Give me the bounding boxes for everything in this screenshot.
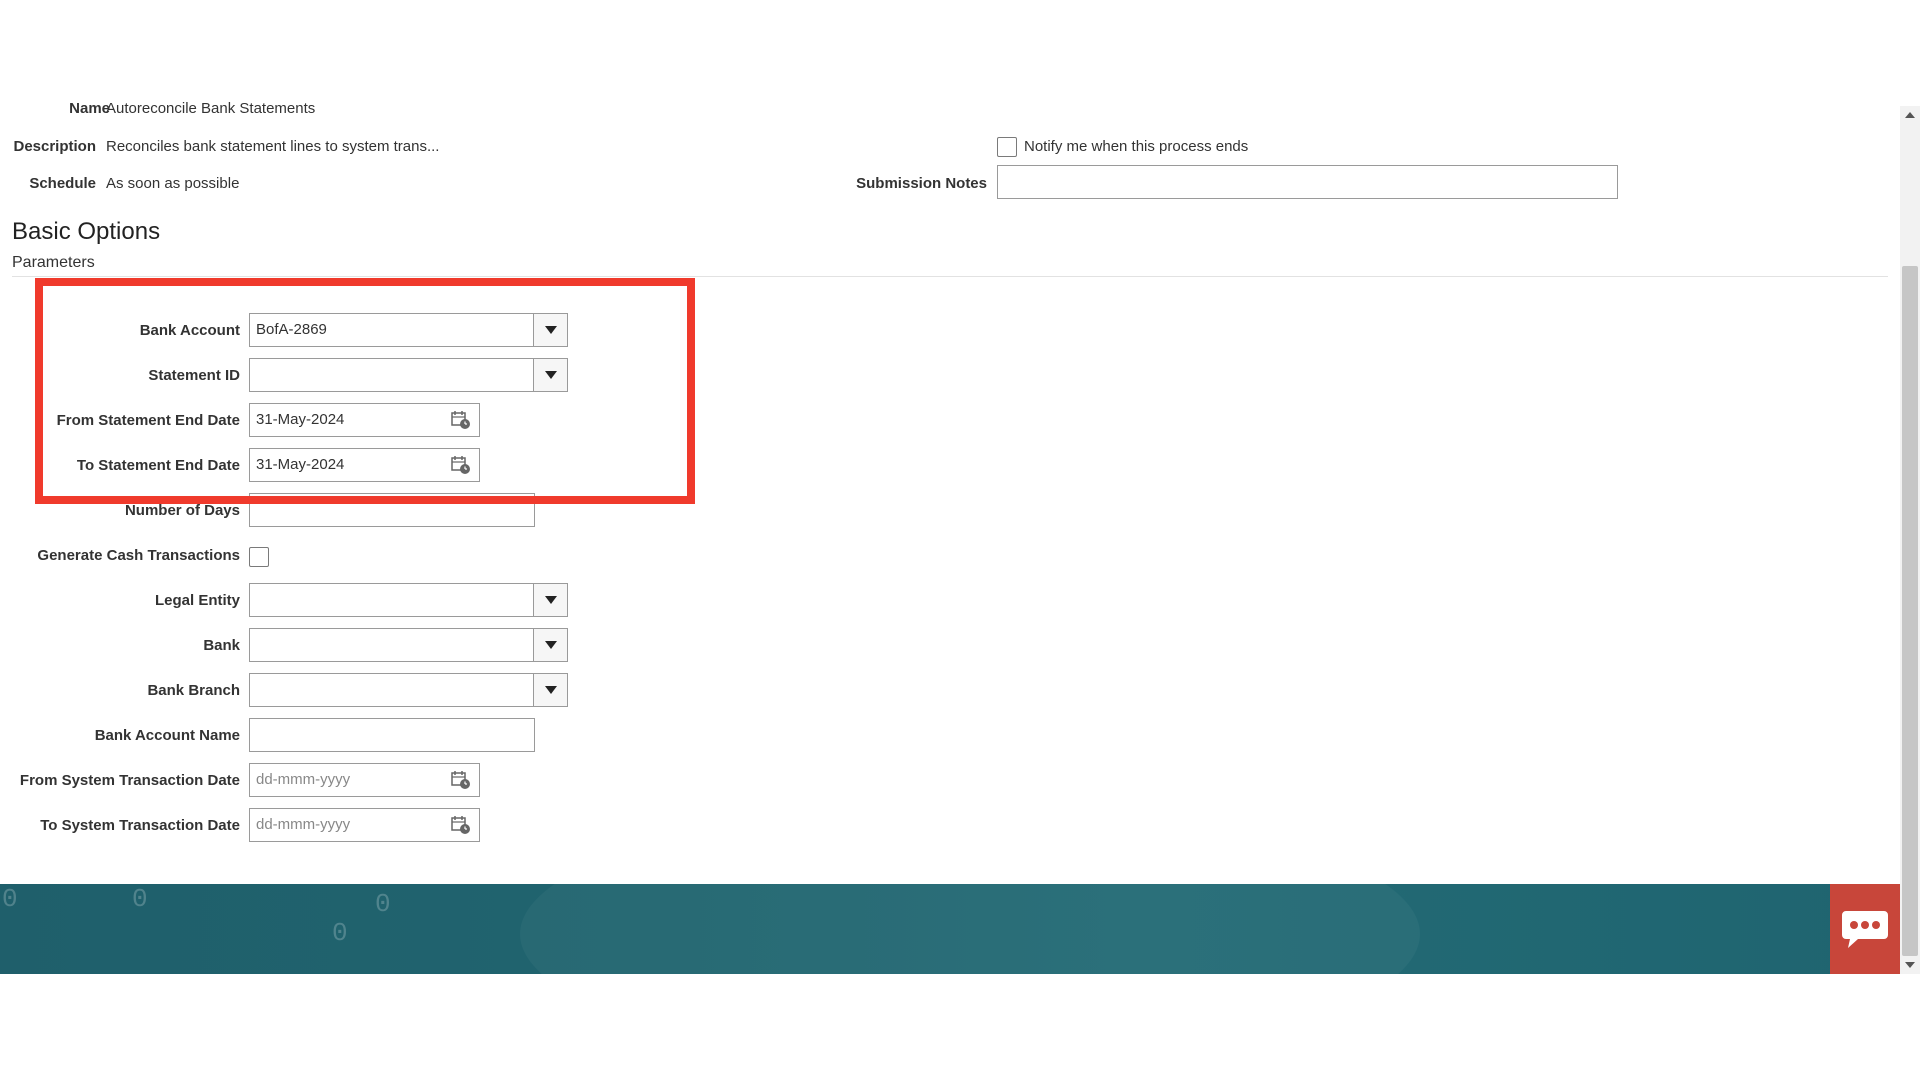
from-system-transaction-date-input[interactable]: dd-mmm-yyyy: [249, 763, 480, 797]
bank-label: Bank: [203, 637, 240, 654]
name-value: Autoreconcile Bank Statements: [106, 100, 316, 117]
name-label: Name: [69, 100, 110, 117]
section-title: Basic Options: [12, 218, 161, 245]
description-label: Description: [13, 138, 96, 155]
generate-cash-transactions-label: Generate Cash Transactions: [37, 547, 240, 564]
generate-cash-transactions-checkbox[interactable]: [249, 547, 269, 567]
footer-glow: [520, 884, 1420, 974]
number-of-days-label: Number of Days: [124, 502, 240, 519]
footer-decoration: 0: [375, 889, 391, 919]
description-value: Reconciles bank statement lines to syste…: [106, 138, 440, 155]
scroll-down-icon[interactable]: [1905, 962, 1915, 968]
bank-account-name-label: Bank Account Name: [94, 727, 240, 744]
calendar-icon[interactable]: [450, 769, 472, 791]
to-system-transaction-date-label: To System Transaction Date: [40, 817, 240, 834]
section-subtitle: Parameters: [12, 254, 95, 271]
section-divider: [12, 276, 1888, 277]
to-system-transaction-date-input[interactable]: dd-mmm-yyyy: [249, 808, 480, 842]
notify-label: Notify me when this process ends: [1024, 138, 1249, 155]
vertical-scrollbar[interactable]: [1900, 106, 1920, 974]
footer-decoration: 0: [332, 918, 348, 948]
chevron-down-icon: [544, 596, 557, 604]
bank-dropdown-button[interactable]: [533, 628, 568, 662]
bank-account-name-input[interactable]: [249, 718, 535, 752]
schedule-label: Schedule: [29, 175, 96, 192]
submission-notes-label: Submission Notes: [856, 175, 987, 192]
legal-entity-label: Legal Entity: [154, 592, 240, 609]
notify-checkbox[interactable]: [997, 137, 1017, 157]
bank-branch-label: Bank Branch: [147, 682, 240, 699]
bank-branch-dropdown-button[interactable]: [533, 673, 568, 707]
bank-input[interactable]: [249, 628, 534, 662]
chevron-down-icon: [544, 686, 557, 694]
scroll-up-icon[interactable]: [1905, 112, 1915, 118]
calendar-icon[interactable]: [450, 814, 472, 836]
bank-branch-input[interactable]: [249, 673, 534, 707]
scrollbar-thumb[interactable]: [1902, 266, 1918, 956]
footer-decoration: 0: [132, 884, 148, 914]
chat-icon: [1842, 911, 1888, 948]
schedule-value: As soon as possible: [106, 175, 240, 192]
footer-banner: 0 0 0 0: [0, 884, 1900, 974]
from-system-transaction-date-label: From System Transaction Date: [19, 772, 240, 789]
chevron-down-icon: [544, 641, 557, 649]
legal-entity-input[interactable]: [249, 583, 534, 617]
chat-button[interactable]: [1830, 884, 1900, 974]
legal-entity-dropdown-button[interactable]: [533, 583, 568, 617]
highlight-box: [35, 278, 695, 504]
submission-notes-input[interactable]: [997, 165, 1618, 199]
footer-decoration: 0: [2, 884, 18, 914]
